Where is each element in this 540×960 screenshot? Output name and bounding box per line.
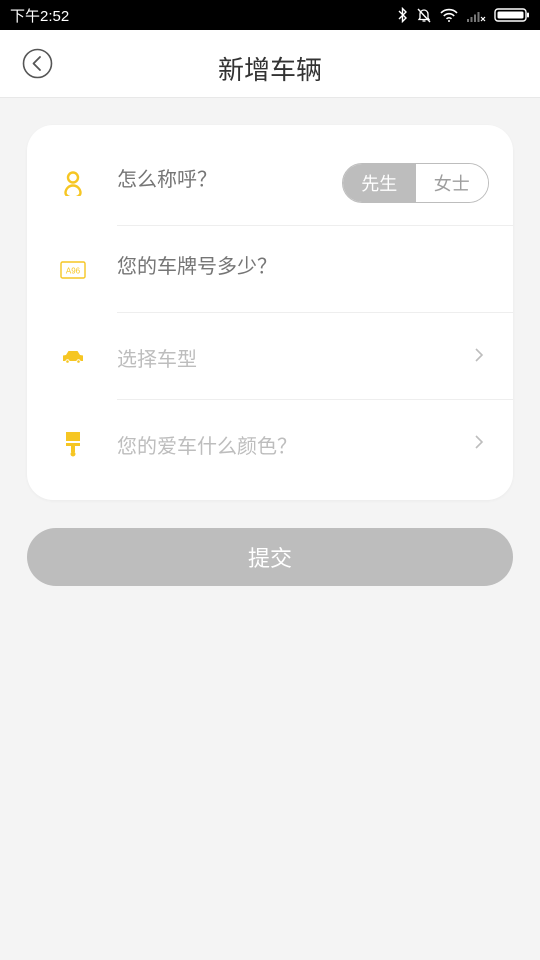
- car-color-label: 您的爱车什么颜色？: [117, 434, 297, 458]
- form-row-plate: A96: [27, 226, 513, 313]
- paint-brush-icon: [57, 430, 89, 458]
- chevron-right-icon: [475, 348, 484, 362]
- gender-option-ms[interactable]: 女士: [415, 164, 488, 202]
- signal-icon: [467, 12, 486, 22]
- status-bar: 下午2:52: [0, 0, 540, 30]
- person-icon: [57, 169, 89, 197]
- page-title: 新增车辆: [217, 56, 322, 86]
- chevron-right-icon: [475, 435, 484, 449]
- submit-button[interactable]: 提交: [27, 528, 513, 586]
- gender-option-mr[interactable]: 先生: [343, 164, 416, 202]
- bluetooth-icon: [398, 7, 407, 23]
- form-row-color[interactable]: 您的爱车什么颜色？: [27, 400, 513, 487]
- license-plate-icon: A96: [57, 256, 89, 284]
- gender-toggle: 先生 女士: [342, 163, 489, 203]
- nav-bar: 新增车辆: [0, 30, 540, 98]
- car-icon: [57, 343, 89, 371]
- mute-icon: [417, 8, 431, 23]
- name-input[interactable]: [117, 169, 337, 192]
- status-icons: [398, 6, 530, 24]
- plate-text: A96: [66, 267, 81, 276]
- vehicle-form-card: 先生 女士 A96 选择车型: [27, 125, 513, 500]
- plate-input[interactable]: [117, 256, 447, 279]
- car-model-label: 选择车型: [117, 347, 197, 371]
- form-row-car-model[interactable]: 选择车型: [27, 313, 513, 400]
- battery-icon: [494, 8, 529, 22]
- status-time: 下午2:52: [10, 8, 70, 25]
- wifi-icon: [440, 8, 458, 22]
- form-row-name: 先生 女士: [27, 139, 513, 226]
